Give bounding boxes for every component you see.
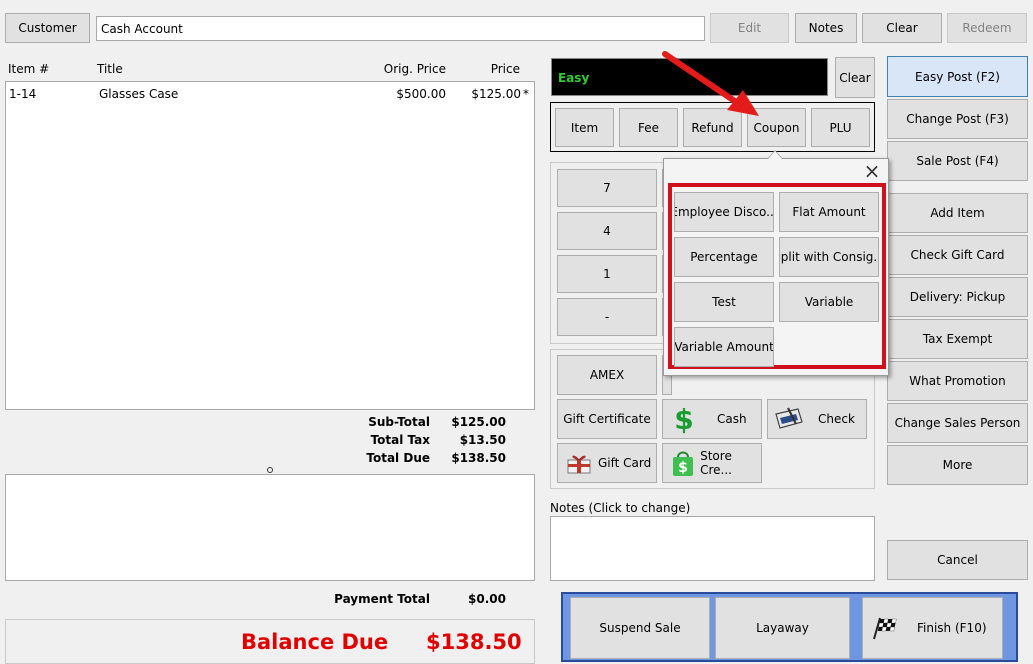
gift-icon bbox=[564, 448, 594, 478]
row-override-marker: * bbox=[523, 87, 529, 101]
dollar-icon: $ bbox=[674, 402, 694, 436]
balance-due-label: Balance Due bbox=[241, 630, 389, 654]
coupon-test[interactable]: Test bbox=[674, 282, 774, 322]
check-gift-card-button[interactable]: Check Gift Card bbox=[887, 235, 1028, 275]
coupon-percentage[interactable]: Percentage bbox=[674, 237, 774, 277]
coupon-variable[interactable]: Variable bbox=[779, 282, 879, 322]
popup-caret-fill bbox=[768, 151, 782, 159]
subtotal-value: $125.00 bbox=[451, 415, 506, 429]
cancel-button[interactable]: Cancel bbox=[887, 540, 1028, 580]
notes-box[interactable] bbox=[550, 516, 875, 581]
column-orig-price[interactable]: Orig. Price bbox=[340, 62, 446, 76]
row-orig-price: $500.00 bbox=[396, 87, 446, 101]
tab-item[interactable]: Item bbox=[555, 108, 614, 147]
key-4[interactable]: 4 bbox=[557, 212, 657, 250]
row-price: $125.00 bbox=[471, 87, 521, 101]
splitter-handle-icon[interactable] bbox=[267, 467, 273, 473]
sale-post-button[interactable]: Sale Post (F4) bbox=[887, 141, 1028, 181]
row-title: Glasses Case bbox=[99, 87, 179, 101]
store-credit-label: Store Cre... bbox=[700, 449, 732, 477]
column-item-number[interactable]: Item # bbox=[8, 62, 49, 76]
balance-due-panel: Balance Due $138.50 bbox=[5, 619, 535, 664]
notes-label[interactable]: Notes (Click to change) bbox=[550, 501, 690, 515]
column-price[interactable]: Price bbox=[460, 62, 520, 76]
shopping-bag-icon: $ bbox=[669, 448, 696, 478]
svg-text:$: $ bbox=[678, 460, 688, 476]
clear-customer-button[interactable]: Clear bbox=[862, 13, 942, 43]
check-label: Check bbox=[818, 412, 855, 426]
notes-button[interactable]: Notes bbox=[795, 13, 857, 43]
tab-plu[interactable]: PLU bbox=[811, 108, 870, 147]
column-title[interactable]: Title bbox=[97, 62, 123, 76]
table-row[interactable]: 1-14 Glasses Case $500.00 $125.00 * bbox=[6, 82, 534, 104]
customer-field[interactable]: Cash Account bbox=[96, 16, 705, 41]
coupon-employee-discount[interactable]: Employee Disco... bbox=[674, 192, 774, 232]
gift-card-label: Gift Card bbox=[598, 456, 652, 470]
total-tax-value: $13.50 bbox=[459, 433, 506, 447]
redeem-button[interactable]: Redeem bbox=[947, 13, 1027, 43]
delivery-button[interactable]: Delivery: Pickup bbox=[887, 277, 1028, 317]
key-7[interactable]: 7 bbox=[557, 169, 657, 207]
check-button[interactable]: Check bbox=[767, 399, 867, 439]
coupon-flat-amount[interactable]: Flat Amount bbox=[779, 192, 879, 232]
more-button[interactable]: More bbox=[887, 445, 1028, 485]
cash-button[interactable]: $ Cash bbox=[662, 399, 762, 439]
check-icon bbox=[774, 404, 804, 434]
subtotal-label: Sub-Total bbox=[368, 415, 430, 429]
finish-label: Finish (F10) bbox=[917, 621, 987, 635]
entry-clear-button[interactable]: Clear bbox=[835, 57, 875, 98]
gift-certificate-button[interactable]: Gift Certificate bbox=[557, 399, 657, 439]
easy-post-button[interactable]: Easy Post (F2) bbox=[887, 56, 1028, 97]
total-due-label: Total Due bbox=[366, 451, 430, 465]
close-icon[interactable]: × bbox=[860, 159, 884, 183]
tax-exempt-button[interactable]: Tax Exempt bbox=[887, 319, 1028, 359]
key-minus[interactable]: - bbox=[557, 298, 657, 336]
payment-total-label: Payment Total bbox=[334, 592, 430, 606]
checkered-flag-icon bbox=[869, 613, 899, 643]
layaway-button[interactable]: Layaway bbox=[715, 597, 850, 659]
what-promotion-button[interactable]: What Promotion bbox=[887, 361, 1028, 401]
key-1[interactable]: 1 bbox=[557, 255, 657, 293]
gift-card-button[interactable]: Gift Card bbox=[557, 443, 657, 483]
item-grid[interactable]: 1-14 Glasses Case $500.00 $125.00 * bbox=[5, 81, 535, 410]
row-item-number: 1-14 bbox=[9, 87, 37, 101]
balance-due-value: $138.50 bbox=[426, 630, 522, 654]
edit-button[interactable]: Edit bbox=[710, 13, 789, 43]
store-credit-button[interactable]: $ Store Cre... bbox=[662, 443, 762, 483]
total-due-value: $138.50 bbox=[451, 451, 506, 465]
coupon-split-with-consignor[interactable]: Split with Consig... bbox=[779, 237, 879, 277]
finish-button[interactable]: Finish (F10) bbox=[862, 597, 1003, 659]
entry-display-text: Easy bbox=[558, 71, 590, 85]
change-sales-person-button[interactable]: Change Sales Person bbox=[887, 403, 1028, 443]
total-tax-label: Total Tax bbox=[370, 433, 430, 447]
coupon-variable-amount[interactable]: Variable Amount bbox=[674, 327, 774, 367]
annotation-arrow-icon bbox=[662, 51, 759, 116]
suspend-sale-button[interactable]: Suspend Sale bbox=[570, 597, 710, 659]
add-item-button[interactable]: Add Item bbox=[887, 193, 1028, 233]
customer-button[interactable]: Customer bbox=[5, 13, 90, 43]
amex-button[interactable]: AMEX bbox=[557, 355, 657, 395]
cash-label: Cash bbox=[717, 412, 747, 426]
change-post-button[interactable]: Change Post (F3) bbox=[887, 99, 1028, 139]
payment-total-value: $0.00 bbox=[468, 592, 506, 606]
payments-list[interactable] bbox=[5, 474, 535, 581]
